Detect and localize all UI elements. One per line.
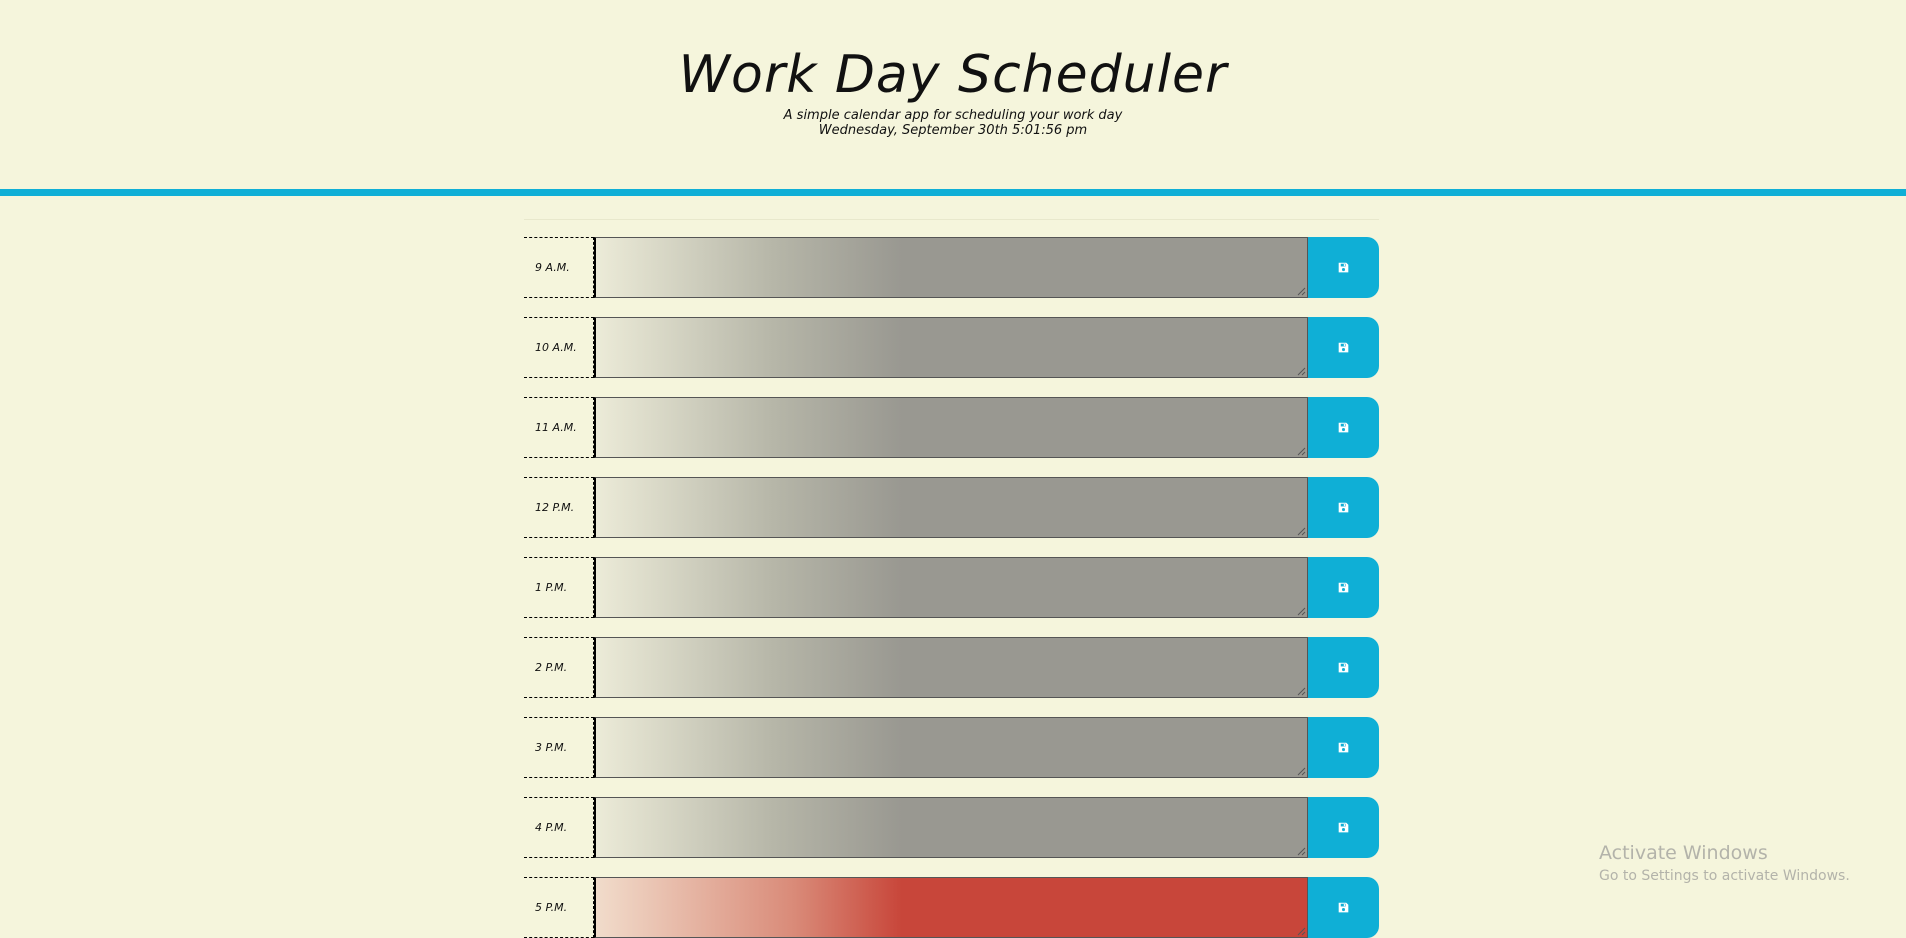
event-description-textarea[interactable] (594, 717, 1308, 778)
time-block-row: 10 A.M. (524, 317, 1379, 378)
save-button[interactable] (1308, 237, 1379, 298)
time-block-row: 5 P.M. (524, 877, 1379, 938)
page-title: Work Day Scheduler (678, 45, 1228, 105)
time-block-row: 2 P.M. (524, 637, 1379, 698)
activate-windows-subtitle: Go to Settings to activate Windows. (1599, 868, 1850, 884)
event-description-wrapper (524, 797, 1308, 858)
time-block-row: 4 P.M. (524, 797, 1379, 858)
save-button[interactable] (1308, 397, 1379, 458)
time-block-row: 1 P.M. (524, 557, 1379, 618)
activate-windows-title: Activate Windows (1599, 842, 1768, 864)
event-description-textarea[interactable] (594, 477, 1308, 538)
jumbotron-header: Work Day Scheduler A simple calendar app… (0, 0, 1906, 196)
floppy-disk-icon (1338, 502, 1349, 513)
floppy-disk-icon (1338, 422, 1349, 433)
time-block-row: 9 A.M. (524, 237, 1379, 298)
event-description-textarea[interactable] (594, 797, 1308, 858)
event-description-wrapper (524, 237, 1308, 298)
event-description-wrapper (524, 477, 1308, 538)
save-button[interactable] (1308, 717, 1379, 778)
save-button[interactable] (1308, 317, 1379, 378)
event-description-textarea[interactable] (594, 317, 1308, 378)
event-description-textarea[interactable] (594, 237, 1308, 298)
time-block-row: 12 P.M. (524, 477, 1379, 538)
floppy-disk-icon (1338, 662, 1349, 673)
save-button[interactable] (1308, 797, 1379, 858)
event-description-textarea[interactable] (594, 637, 1308, 698)
page-subtitle: A simple calendar app for scheduling you… (783, 108, 1123, 123)
event-description-wrapper (524, 397, 1308, 458)
save-button[interactable] (1308, 877, 1379, 938)
divider (524, 219, 1379, 220)
event-description-wrapper (524, 877, 1308, 938)
floppy-disk-icon (1338, 902, 1349, 913)
floppy-disk-icon (1338, 262, 1349, 273)
event-description-textarea[interactable] (594, 877, 1308, 938)
save-button[interactable] (1308, 477, 1379, 538)
save-button[interactable] (1308, 637, 1379, 698)
current-day: Wednesday, September 30th 5:01:56 pm (818, 123, 1088, 138)
event-description-textarea[interactable] (594, 557, 1308, 618)
event-description-wrapper (524, 317, 1308, 378)
event-description-wrapper (524, 557, 1308, 618)
event-description-textarea[interactable] (594, 397, 1308, 458)
event-description-wrapper (524, 717, 1308, 778)
time-block-row: 11 A.M. (524, 397, 1379, 458)
save-button[interactable] (1308, 557, 1379, 618)
floppy-disk-icon (1338, 582, 1349, 593)
time-block-row: 3 P.M. (524, 717, 1379, 778)
floppy-disk-icon (1338, 742, 1349, 753)
floppy-disk-icon (1338, 822, 1349, 833)
floppy-disk-icon (1338, 342, 1349, 353)
event-description-wrapper (524, 637, 1308, 698)
